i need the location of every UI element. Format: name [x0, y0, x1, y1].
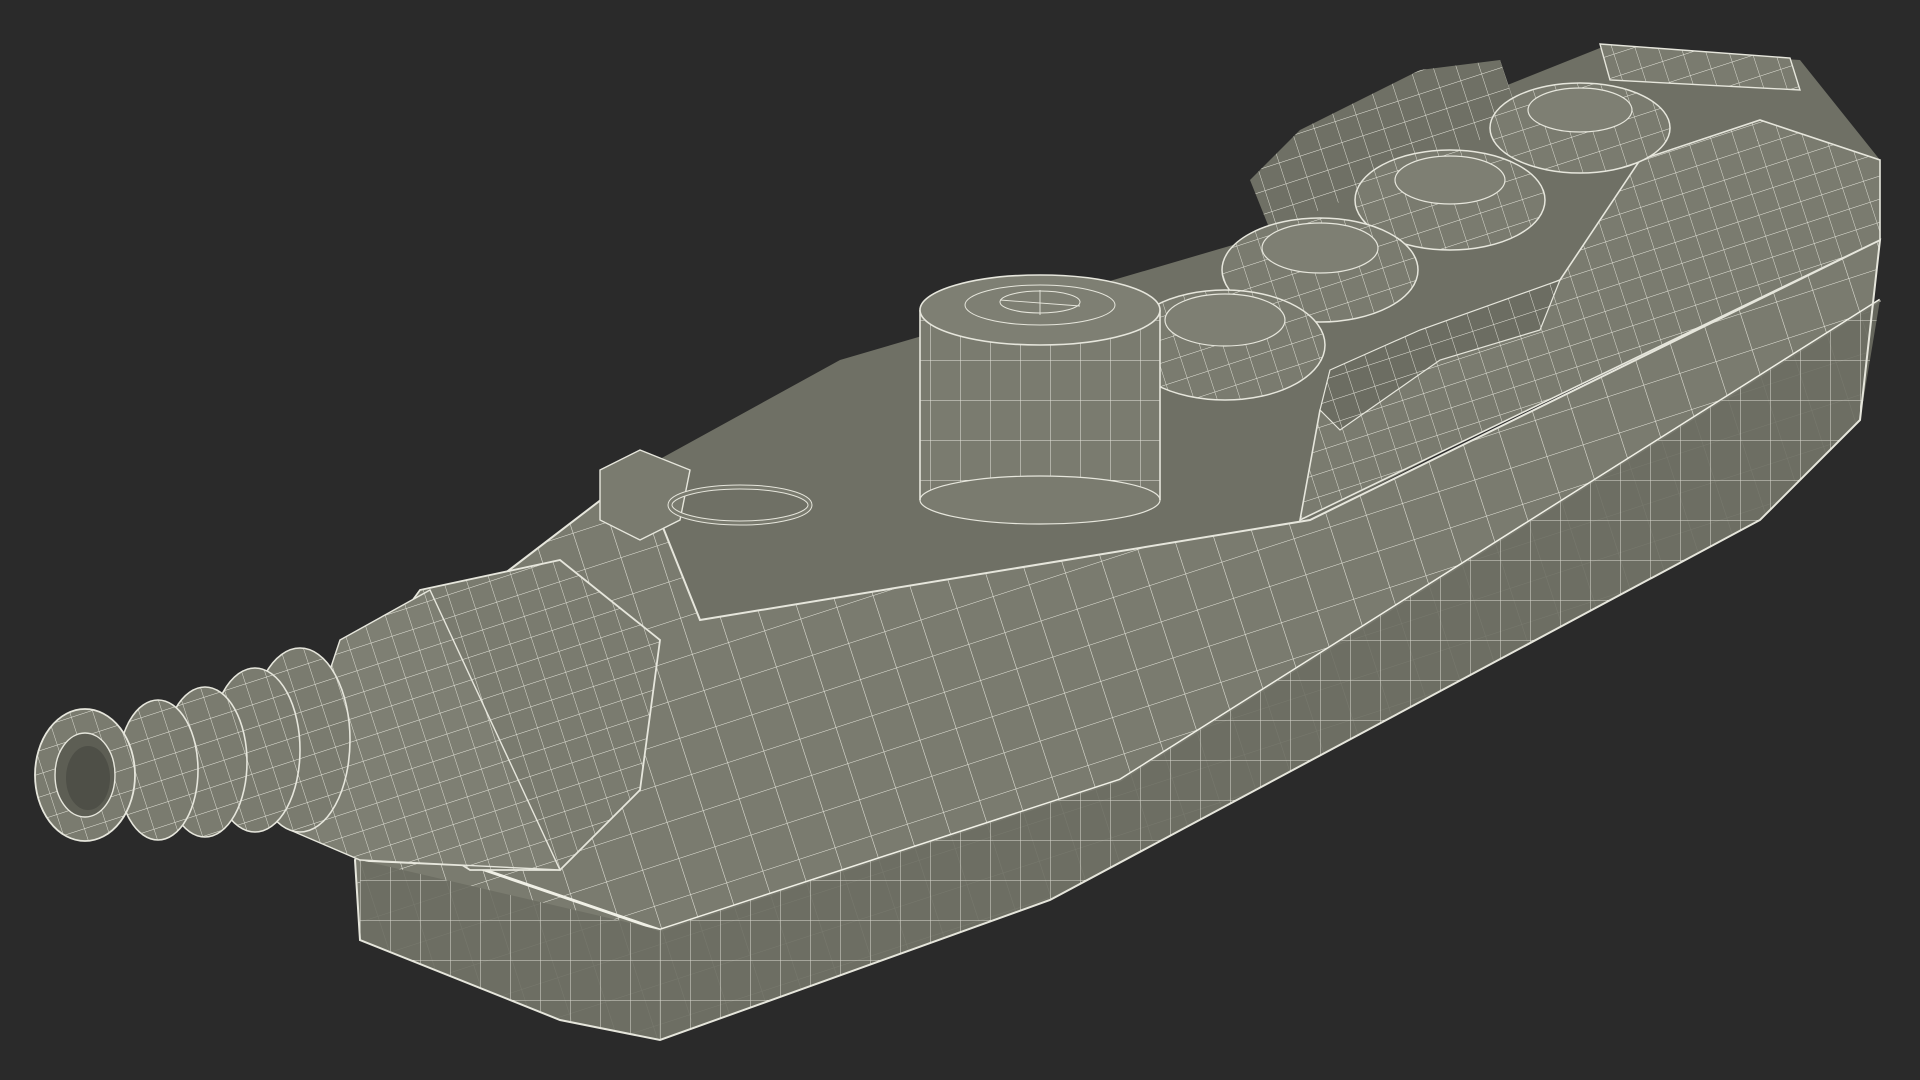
push-button-1 — [1489, 82, 1671, 174]
wireframe-render — [0, 0, 1920, 1080]
emergency-knob — [919, 274, 1161, 525]
render-viewport — [0, 0, 1920, 1080]
